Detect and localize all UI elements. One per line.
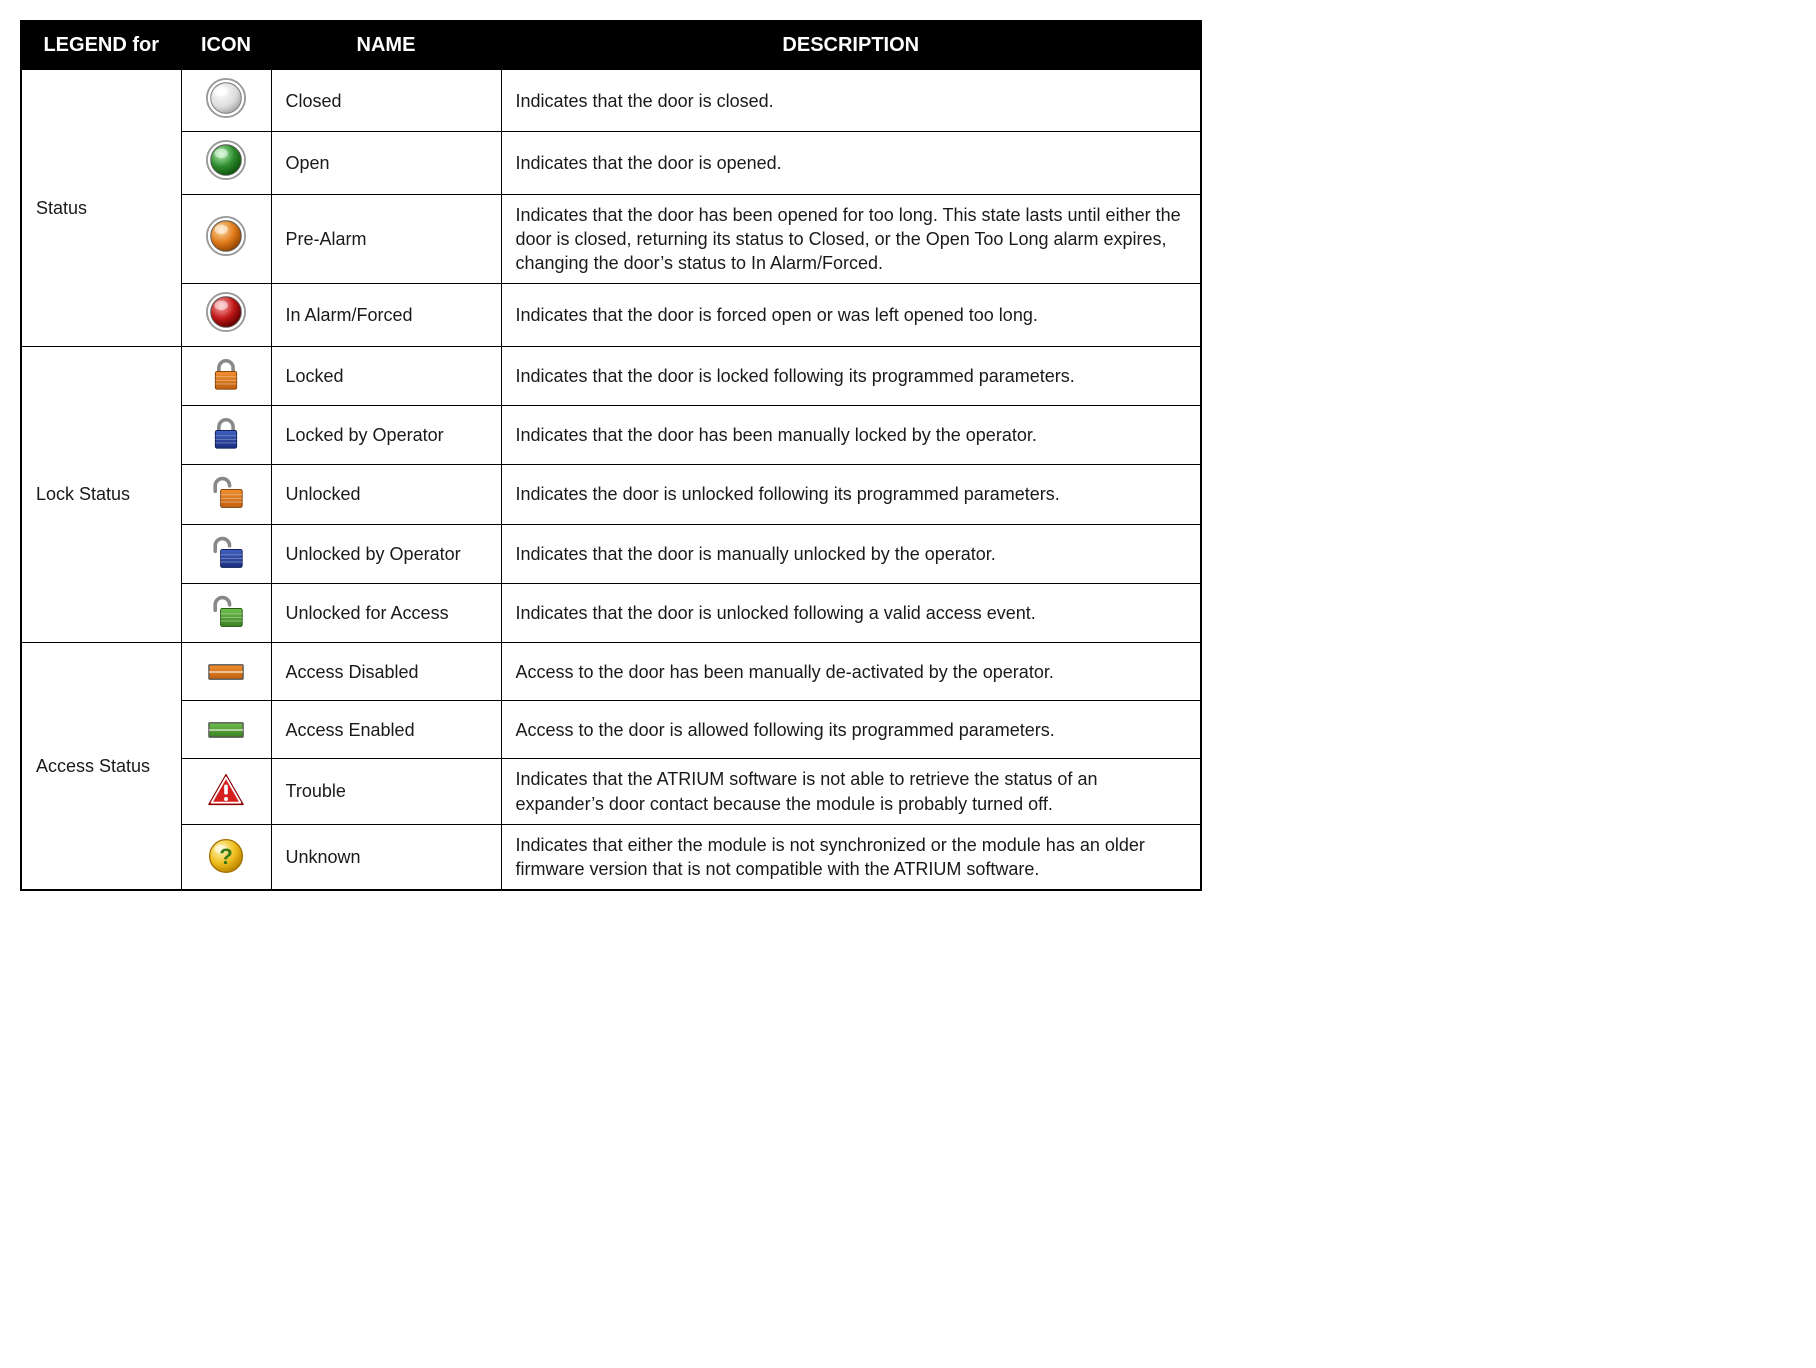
header-icon: ICON [181,21,271,70]
row-name: Access Disabled [271,643,501,701]
table-row: Status Closed Indicates that the door is… [21,70,1201,132]
row-desc: Indicates that either the module is not … [501,824,1201,890]
row-name: Unlocked for Access [271,583,501,642]
table-row: Unlocked by Operator Indicates that the … [21,524,1201,583]
trouble-icon [204,768,248,812]
lock-unlocked-icon [204,471,248,515]
table-row: Open Indicates that the door is opened. [21,132,1201,194]
status-prealarm-icon [204,214,248,258]
row-desc: Indicates the door is unlocked following… [501,465,1201,524]
row-desc: Access to the door is allowed following … [501,701,1201,759]
row-desc: Indicates that the door is unlocked foll… [501,583,1201,642]
row-desc: Access to the door has been manually de-… [501,643,1201,701]
access-enabled-icon [204,708,248,752]
table-row: Unknown Indicates that either the module… [21,824,1201,890]
access-disabled-icon [204,650,248,694]
table-row: Lock Status Locked Indicates that the do… [21,346,1201,405]
legend-label-lock-status: Lock Status [21,346,181,642]
row-name: Closed [271,70,501,132]
lock-unlocked-access-icon [204,590,248,634]
lock-unlocked-operator-icon [204,531,248,575]
row-desc: Indicates that the ATRIUM software is no… [501,759,1201,825]
table-row: Unlocked for Access Indicates that the d… [21,583,1201,642]
row-name: Unlocked [271,465,501,524]
row-desc: Indicates that the door has been opened … [501,194,1201,284]
table-row: In Alarm/Forced Indicates that the door … [21,284,1201,346]
row-desc: Indicates that the door is opened. [501,132,1201,194]
table-row: Access Status Access Disabled Access to … [21,643,1201,701]
table-row: Access Enabled Access to the door is all… [21,701,1201,759]
status-open-icon [204,138,248,182]
row-name: Locked [271,346,501,405]
status-closed-icon [204,76,248,120]
row-desc: Indicates that the door is closed. [501,70,1201,132]
row-name: Unlocked by Operator [271,524,501,583]
row-name: Unknown [271,824,501,890]
header-row: LEGEND for ICON NAME DESCRIPTION [21,21,1201,70]
row-name: Trouble [271,759,501,825]
row-name: Pre-Alarm [271,194,501,284]
table-row: Pre-Alarm Indicates that the door has be… [21,194,1201,284]
header-name: NAME [271,21,501,70]
row-desc: Indicates that the door has been manuall… [501,406,1201,465]
status-alarm-icon [204,290,248,334]
row-name: In Alarm/Forced [271,284,501,346]
header-legend: LEGEND for [21,21,181,70]
row-name: Access Enabled [271,701,501,759]
table-row: Unlocked Indicates the door is unlocked … [21,465,1201,524]
table-row: Trouble Indicates that the ATRIUM softwa… [21,759,1201,825]
header-description: DESCRIPTION [501,21,1201,70]
lock-locked-operator-icon [204,412,248,456]
legend-label-access-status: Access Status [21,643,181,891]
legend-table: LEGEND for ICON NAME DESCRIPTION Status … [20,20,1202,891]
row-name: Open [271,132,501,194]
row-name: Locked by Operator [271,406,501,465]
lock-locked-icon [204,353,248,397]
row-desc: Indicates that the door is forced open o… [501,284,1201,346]
legend-label-status: Status [21,70,181,347]
row-desc: Indicates that the door is locked follow… [501,346,1201,405]
unknown-icon [204,834,248,878]
table-row: Locked by Operator Indicates that the do… [21,406,1201,465]
row-desc: Indicates that the door is manually unlo… [501,524,1201,583]
